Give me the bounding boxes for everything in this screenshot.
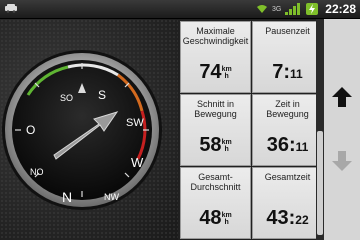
stat-value-seconds: 11 (295, 140, 309, 154)
stat-pause-time: Pausenzeit 7:11 (252, 21, 323, 93)
signal-strength-icon (285, 3, 301, 15)
label-sw: SW (126, 117, 144, 129)
stat-label: Pausenzeit (265, 26, 310, 36)
arrow-down-icon[interactable] (330, 149, 354, 173)
stat-overall-avg: Gesamt- Durchschnitt 48km h (180, 167, 251, 239)
stat-value: 58 (199, 134, 222, 156)
unit-bottom: h (224, 73, 229, 80)
stat-value: 48 (199, 207, 222, 229)
label-o: O (26, 123, 35, 137)
stats-grid: Maximale Geschwindigkeit 74km h Pausenzeit… (178, 19, 324, 240)
stat-total-time: Gesamtzeit 43:22 (252, 167, 323, 239)
unit-top: km (221, 212, 232, 219)
stat-max-speed: Maximale Geschwindigkeit 74km h (180, 21, 251, 93)
label-n: N (62, 189, 72, 205)
stat-value-seconds: 11 (290, 67, 303, 81)
stat-label: Gesamtzeit (264, 172, 311, 182)
stat-label: Bewegung (266, 109, 309, 119)
arrow-up-icon[interactable] (330, 85, 354, 109)
unit-bottom: h (224, 146, 229, 153)
stat-label: Durchschnitt (190, 182, 241, 192)
stat-label: Geschwindigkeit (182, 36, 249, 46)
nav-bar (324, 19, 360, 240)
clock: 22:28 (325, 2, 356, 16)
stat-value: 7: (272, 61, 291, 83)
stat-label: Gesamt- (198, 172, 233, 182)
unit-top: km (221, 139, 232, 146)
stat-label: Bewegung (194, 109, 237, 119)
scrollbar[interactable] (316, 19, 324, 240)
signal-wifi-icon (256, 5, 267, 13)
unit-top: km (221, 66, 232, 73)
stat-label: Schnitt in (196, 99, 235, 109)
label-s: S (98, 88, 106, 102)
stat-time-moving: Zeit in Bewegung 36:11 (252, 94, 323, 166)
compass: SO S SW O W NO N NW (2, 50, 162, 210)
network-type: 3G (271, 5, 282, 13)
unit-bottom: h (224, 219, 229, 226)
battery-charging-icon (306, 3, 319, 15)
stat-value: 36: (266, 134, 296, 156)
stat-value-seconds: 22 (295, 213, 309, 227)
label-no: NO (30, 167, 44, 177)
status-bar: 3G 22:28 (0, 0, 360, 19)
stat-value: 74 (199, 61, 222, 83)
label-so: SO (60, 93, 73, 103)
label-nw: NW (104, 192, 119, 202)
car-icon (5, 4, 17, 13)
scrollbar-thumb[interactable] (317, 131, 323, 235)
stat-avg-moving: Schnitt in Bewegung 58km h (180, 94, 251, 166)
stat-label: Maximale (196, 26, 235, 36)
stat-label: Zeit in (275, 99, 300, 109)
stat-value: 43: (266, 207, 296, 229)
label-w: W (131, 155, 144, 170)
